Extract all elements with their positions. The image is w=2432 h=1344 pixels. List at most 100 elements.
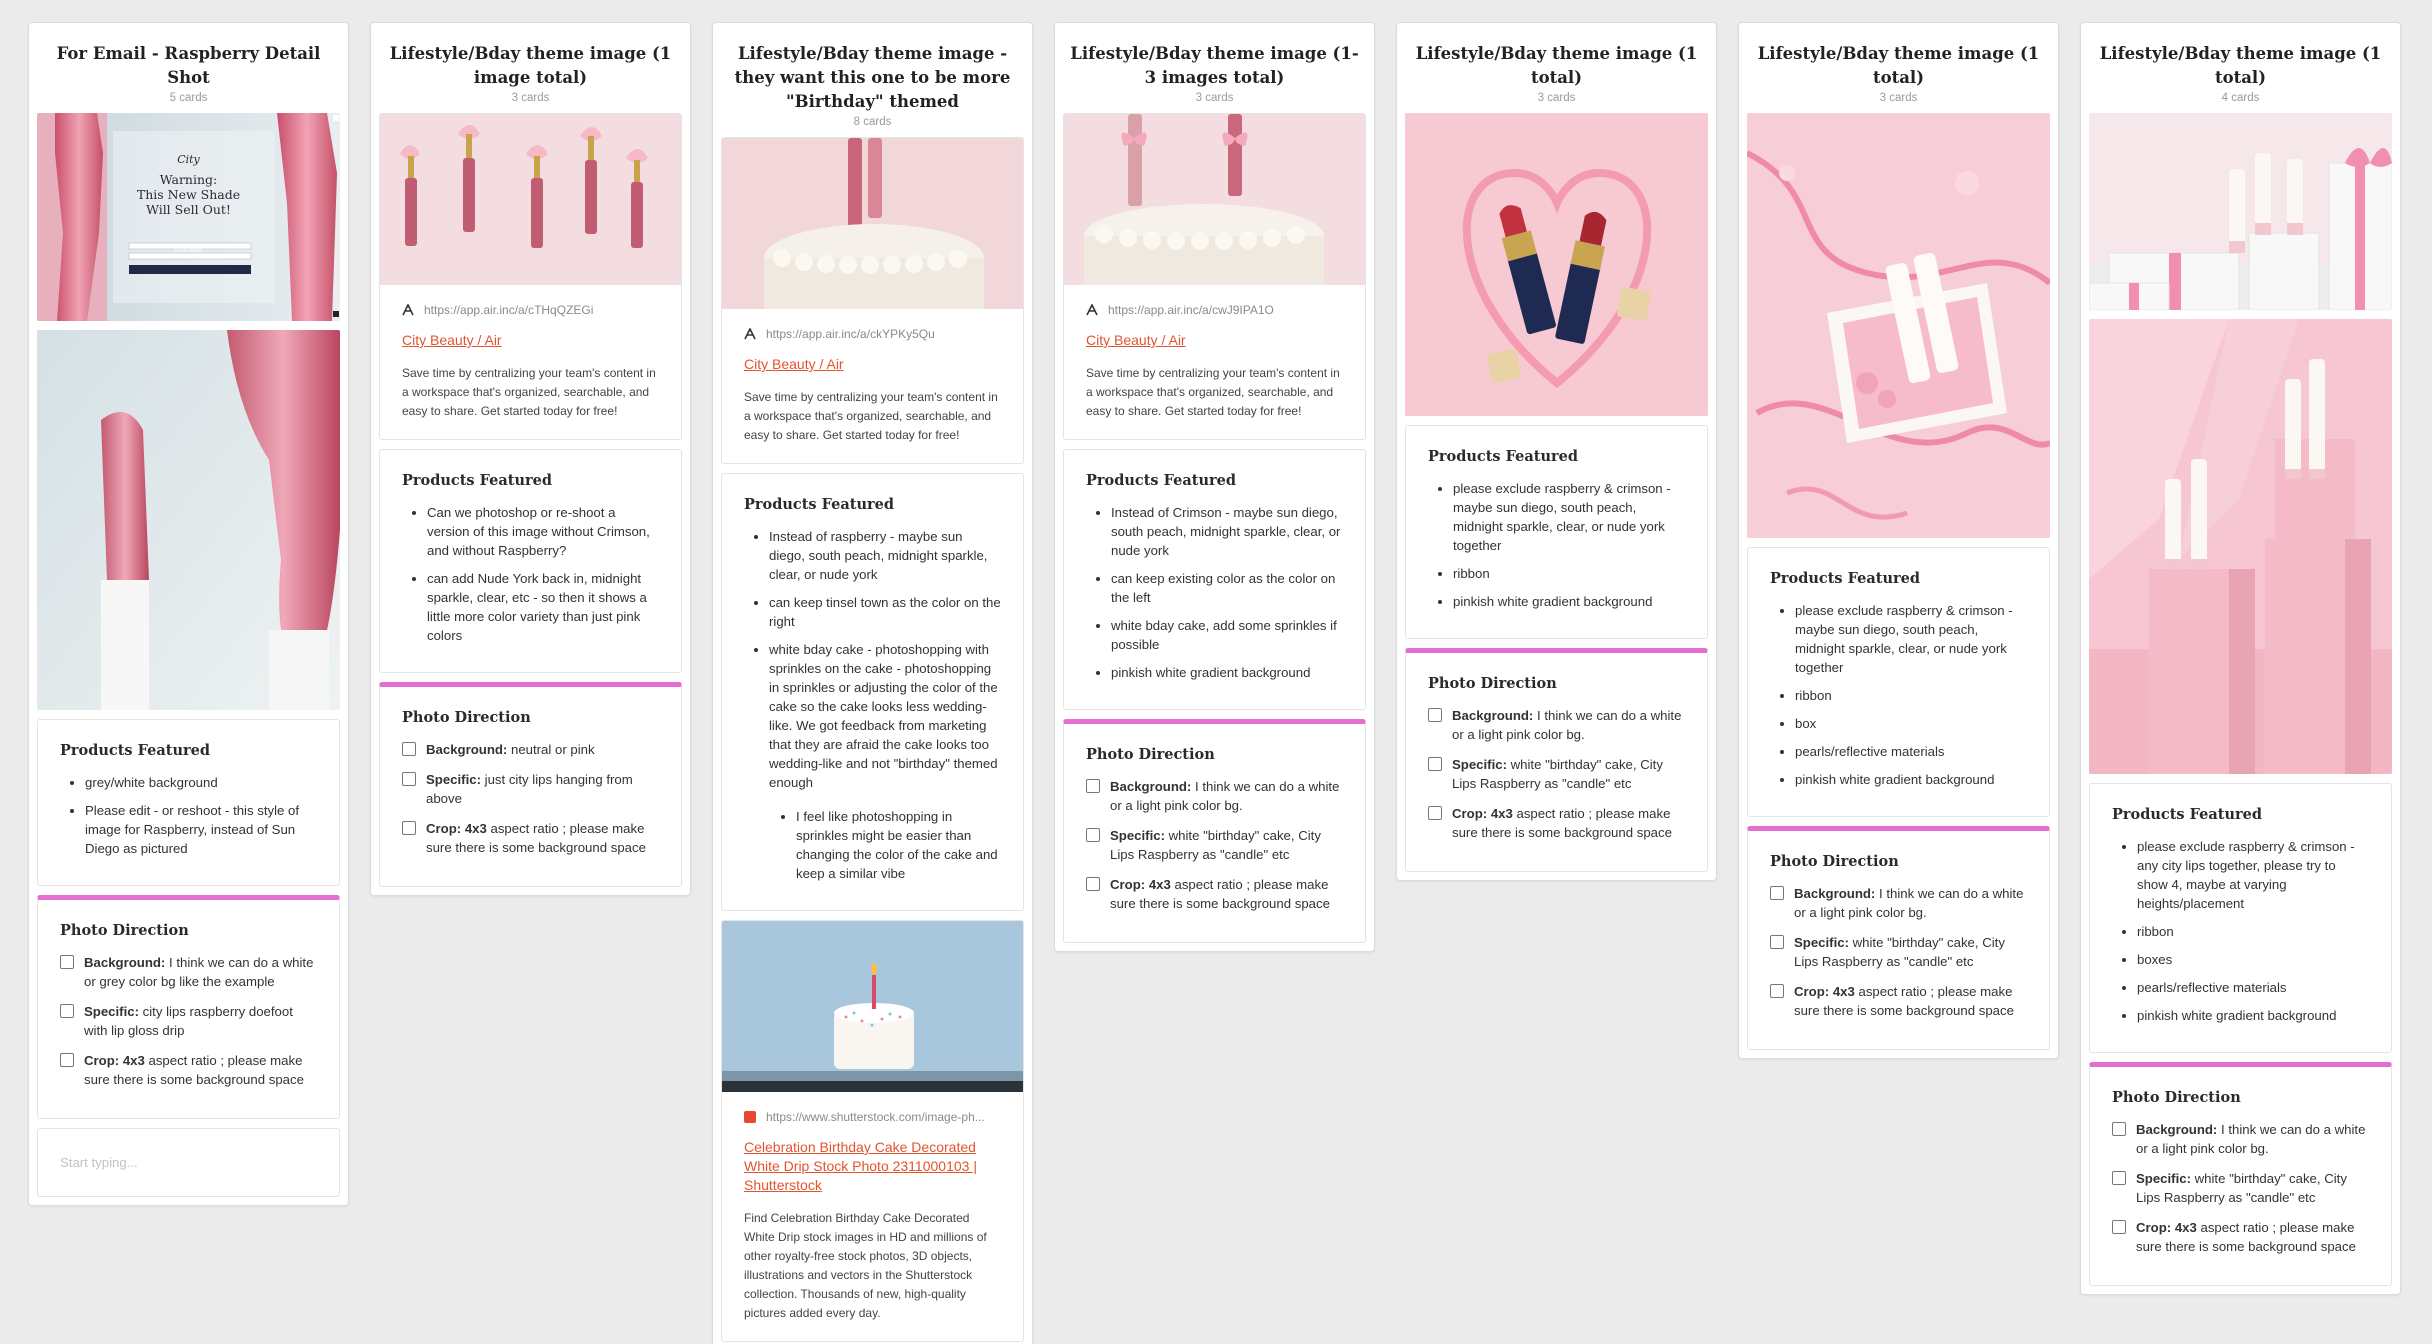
checkbox[interactable] (1428, 708, 1442, 722)
image-card-email-mockup[interactable]: City Warning: This New Shade Will Sell O… (37, 113, 340, 321)
image-card-gloss-drip[interactable] (37, 330, 340, 710)
check-label: Specific: (1794, 935, 1849, 950)
link-title[interactable]: City Beauty / Air (402, 331, 659, 350)
column-lifestyle-lipstick[interactable]: Lifestyle/Bday theme image (1 total) 3 c… (1396, 22, 1717, 881)
column-title[interactable]: Lifestyle/Bday theme image - they want t… (727, 42, 1018, 114)
column-header[interactable]: Lifestyle/Bday theme image - they want t… (721, 23, 1024, 137)
list-item: grey/white background (85, 773, 317, 792)
checkbox[interactable] (402, 821, 416, 835)
checkbox[interactable] (60, 1004, 74, 1018)
column-header[interactable]: Lifestyle/Bday theme image (1 image tota… (379, 23, 682, 113)
list-item: white bday cake, add some sprinkles if p… (1111, 616, 1343, 654)
checkbox[interactable] (1086, 779, 1100, 793)
column-header[interactable]: Lifestyle/Bday theme image (1-3 images t… (1063, 23, 1366, 113)
column-title[interactable]: Lifestyle/Bday theme image (1 total) (2095, 42, 2386, 90)
check-label: Crop: 4x3 (1794, 984, 1855, 999)
checklist-item: Specific: white "birthday" cake, City Li… (2112, 1169, 2369, 1207)
air-logo-icon (402, 304, 414, 316)
checkbox[interactable] (2112, 1171, 2126, 1185)
checklist-item: Specific: white "birthday" cake, City Li… (1086, 826, 1343, 864)
checkbox[interactable] (402, 772, 416, 786)
products-featured-title: Products Featured (1428, 448, 1578, 465)
link-title[interactable]: City Beauty / Air (744, 355, 1001, 374)
column-title[interactable]: Lifestyle/Bday theme image (1 image tota… (385, 42, 676, 90)
checklist-item: Crop: 4x3 aspect ratio ; please make sur… (2112, 1218, 2369, 1256)
products-featured-title: Products Featured (1086, 472, 1236, 489)
link-card[interactable]: https://app.air.inc/a/cTHqQZEGi City Bea… (379, 113, 682, 440)
column-header[interactable]: Lifestyle/Bday theme image (1 total) 4 c… (2089, 23, 2392, 113)
link-description: Save time by centralizing your team's co… (744, 390, 998, 442)
photo-direction-card[interactable]: Photo Direction Background: I think we c… (37, 895, 340, 1119)
photo-direction-card[interactable]: Photo Direction Background: I think we c… (1405, 648, 1708, 872)
list-item: ribbon (1453, 564, 1685, 583)
lipstick-ribbon-heart-image (1405, 113, 1708, 416)
photo-direction-card[interactable]: Photo Direction Background: I think we c… (1747, 826, 2050, 1050)
checkbox[interactable] (2112, 1122, 2126, 1136)
column-email-raspberry[interactable]: For Email - Raspberry Detail Shot 5 card… (28, 22, 349, 1206)
check-label: Background: (1110, 779, 1192, 794)
photo-direction-card[interactable]: Photo Direction Background: neutral or p… (379, 682, 682, 887)
checkbox[interactable] (60, 1053, 74, 1067)
check-label: Specific: (1452, 757, 1507, 772)
checkbox[interactable] (1770, 935, 1784, 949)
card-count: 8 cards (853, 116, 892, 128)
column-title[interactable]: Lifestyle/Bday theme image (1 total) (1753, 42, 2044, 90)
card-count: 3 cards (511, 92, 550, 104)
checkbox[interactable] (1086, 828, 1100, 842)
checklist-item: Background: I think we can do a white or… (60, 953, 317, 991)
new-card-input[interactable]: Start typing... (37, 1128, 340, 1197)
column-header[interactable]: Lifestyle/Bday theme image (1 total) 3 c… (1747, 23, 2050, 113)
birthday-cake-stock-image (722, 921, 1023, 1092)
image-card-lipstick-heart[interactable] (1405, 113, 1708, 416)
link-title[interactable]: Celebration Birthday Cake Decorated Whit… (744, 1138, 1001, 1195)
checkbox[interactable] (1086, 877, 1100, 891)
card-count: 4 cards (2221, 92, 2260, 104)
column-title[interactable]: Lifestyle/Bday theme image (1-3 images t… (1069, 42, 1360, 90)
products-featured-card[interactable]: Products Featured Instead of raspberry -… (721, 473, 1024, 911)
list-item: pinkish white gradient background (1453, 592, 1685, 611)
products-featured-card[interactable]: Products Featured grey/white background … (37, 719, 340, 886)
photo-direction-title: Photo Direction (2112, 1089, 2241, 1106)
column-header[interactable]: Lifestyle/Bday theme image (1 total) 3 c… (1405, 23, 1708, 113)
list-item-text: white bday cake - photoshopping with spr… (769, 642, 998, 790)
link-card[interactable]: https://app.air.inc/a/ckYPKy5Qu City Bea… (721, 137, 1024, 464)
products-featured-card[interactable]: Products Featured please exclude raspber… (1747, 547, 2050, 817)
checkbox[interactable] (1770, 984, 1784, 998)
column-title[interactable]: Lifestyle/Bday theme image (1 total) (1411, 42, 1702, 90)
checkbox[interactable] (60, 955, 74, 969)
photo-direction-card[interactable]: Photo Direction Background: I think we c… (2089, 1062, 2392, 1286)
products-featured-card[interactable]: Products Featured please exclude raspber… (2089, 783, 2392, 1053)
check-label: Crop: 4x3 (84, 1053, 145, 1068)
column-lifestyle-giftbox[interactable]: Lifestyle/Bday theme image (1 total) 3 c… (1738, 22, 2059, 1059)
image-card-gift-box[interactable] (1747, 113, 2050, 538)
check-label: Crop: 4x3 (426, 821, 487, 836)
column-lifestyle-1-3[interactable]: Lifestyle/Bday theme image (1-3 images t… (1054, 22, 1375, 952)
link-title[interactable]: City Beauty / Air (1086, 331, 1343, 350)
link-card-shutterstock[interactable]: https://www.shutterstock.com/image-ph...… (721, 920, 1024, 1342)
photo-direction-card[interactable]: Photo Direction Background: I think we c… (1063, 719, 1366, 943)
link-card[interactable]: https://app.air.inc/a/cwJ9IPA1O City Bea… (1063, 113, 1366, 440)
photo-direction-title: Photo Direction (60, 922, 189, 939)
checklist-item: Specific: just city lips hanging from ab… (402, 770, 659, 808)
products-featured-card[interactable]: Products Featured Instead of Crimson - m… (1063, 449, 1366, 710)
check-label: Background: (426, 742, 508, 757)
list-item: ribbon (1795, 686, 2027, 705)
products-featured-card[interactable]: Products Featured please exclude raspber… (1405, 425, 1708, 639)
air-logo-icon (1086, 304, 1098, 316)
checkbox[interactable] (2112, 1220, 2126, 1234)
column-lifestyle-birthday[interactable]: Lifestyle/Bday theme image - they want t… (712, 22, 1033, 1344)
column-lifestyle-pedestals[interactable]: Lifestyle/Bday theme image (1 total) 4 c… (2080, 22, 2401, 1295)
gift-box-tubes-image (1747, 113, 2050, 538)
checkbox[interactable] (402, 742, 416, 756)
column-lifestyle-1[interactable]: Lifestyle/Bday theme image (1 image tota… (370, 22, 691, 896)
check-label: Background: (84, 955, 166, 970)
checkbox[interactable] (1770, 886, 1784, 900)
products-featured-card[interactable]: Products Featured Can we photoshop or re… (379, 449, 682, 673)
image-card-gift-boxes[interactable] (2089, 113, 2392, 310)
checkbox[interactable] (1428, 757, 1442, 771)
link-url: https://app.air.inc/a/ckYPKy5Qu (766, 327, 935, 341)
image-card-pedestals[interactable] (2089, 319, 2392, 774)
column-header[interactable]: For Email - Raspberry Detail Shot 5 card… (37, 23, 340, 113)
checkbox[interactable] (1428, 806, 1442, 820)
column-title[interactable]: For Email - Raspberry Detail Shot (43, 42, 334, 90)
